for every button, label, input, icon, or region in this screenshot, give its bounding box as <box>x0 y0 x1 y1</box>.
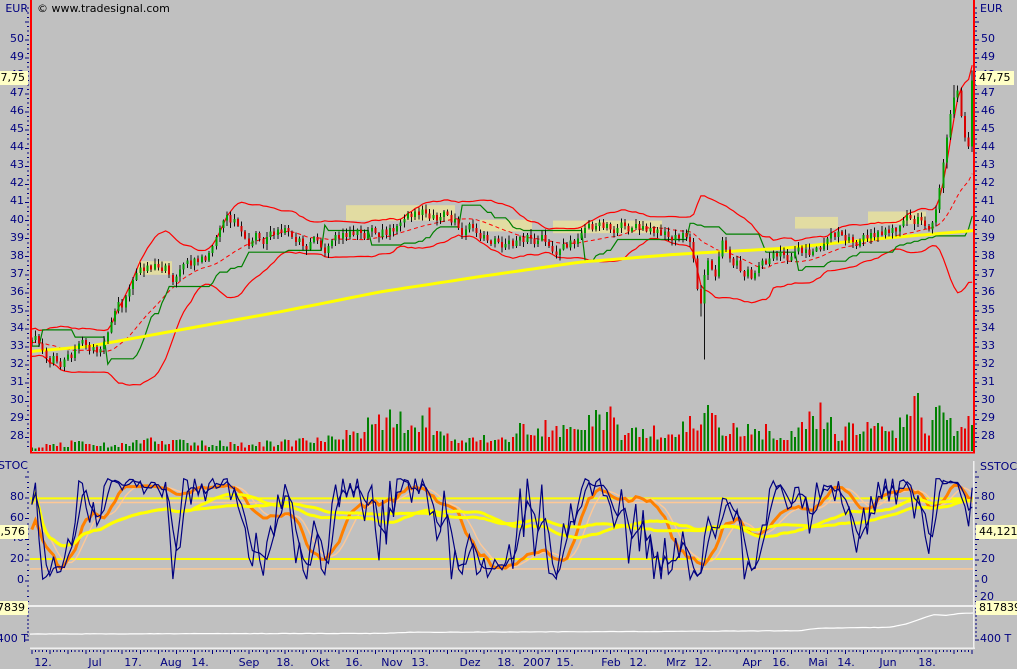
x-axis-label: Dez <box>459 656 480 669</box>
x-axis-label: 16. <box>772 656 790 669</box>
price-tick-label-left: 28 <box>10 430 24 442</box>
x-axis-label: Sep <box>239 656 260 669</box>
x-axis-label: Nov <box>381 656 402 669</box>
x-axis-label: 12. <box>694 656 712 669</box>
price-tick-label-left: 37 <box>10 268 24 280</box>
price-tick-label-left: 46 <box>10 105 24 117</box>
price-tick-label-right: 29 <box>981 412 995 424</box>
price-tick-label-right: 33 <box>981 340 995 352</box>
price-tick-label-left: 33 <box>10 340 24 352</box>
stoch-tick-label-right: 0 <box>981 574 988 586</box>
price-tick-label-right: 28 <box>981 430 995 442</box>
price-tick-label-left: 47 <box>10 87 24 99</box>
price-tick-label-left: 43 <box>10 159 24 171</box>
stoch-tick-label-right: 20 <box>981 553 995 565</box>
tradesignal-chart-window: EUR © www.tradesignal.com EUR SSTOC SSTO… <box>0 0 1017 669</box>
stoch-tick-label-right: 60 <box>981 512 995 524</box>
price-tick-label-left: 38 <box>10 250 24 262</box>
price-tick-label-right: 38 <box>981 250 995 262</box>
oi-value-marker-right: 817839 <box>976 601 1017 615</box>
price-tick-label-right: 39 <box>981 232 995 244</box>
stoch-tick-label-right: 80 <box>981 491 995 503</box>
x-axis-label: Jul <box>88 656 101 669</box>
x-axis-label: Aug <box>160 656 181 669</box>
last-price-marker-left: 47,75 <box>0 71 28 85</box>
x-axis-label: Mai <box>808 656 827 669</box>
price-tick-label-left: 32 <box>10 358 24 370</box>
price-tick-label-right: 30 <box>981 394 995 406</box>
x-axis-label: Apr <box>742 656 761 669</box>
price-tick-label-right: 46 <box>981 105 995 117</box>
stoch-value-marker-right: 44,121 <box>976 525 1017 539</box>
stoch-tick-label-left: 20 <box>10 553 24 565</box>
volume-bars <box>31 393 973 451</box>
price-tick-label-left: 31 <box>10 376 24 388</box>
oi-value-marker-left: 817839 <box>0 601 28 615</box>
price-tick-label-right: 45 <box>981 123 995 135</box>
price-tick-label-right: 49 <box>981 51 995 63</box>
price-tick-label-right: 34 <box>981 322 995 334</box>
x-axis-label: 16. <box>345 656 363 669</box>
x-axis-label: 17. <box>124 656 142 669</box>
price-tick-label-left: 29 <box>10 412 24 424</box>
price-tick-label-left: 35 <box>10 304 24 316</box>
x-axis-label: 13. <box>411 656 429 669</box>
price-tick-label-left: 44 <box>10 141 24 153</box>
price-tick-label-left: 41 <box>10 195 24 207</box>
x-axis-label: 14. <box>191 656 209 669</box>
price-tick-label-right: 44 <box>981 141 995 153</box>
price-tick-label-left: 36 <box>10 286 24 298</box>
x-axis-label: 2007 <box>523 656 551 669</box>
x-axis-label: 18. <box>276 656 294 669</box>
x-axis-label: Okt <box>310 656 329 669</box>
x-axis-label: Feb <box>601 656 620 669</box>
chart-canvas[interactable] <box>0 0 1017 669</box>
x-axis-label: 12. <box>629 656 647 669</box>
x-axis-label: Jun <box>879 656 896 669</box>
price-tick-label-right: 35 <box>981 304 995 316</box>
currency-label-left: EUR <box>5 3 28 15</box>
price-tick-label-right: 50 <box>981 33 995 45</box>
stochastic-lines <box>30 479 974 580</box>
price-tick-label-left: 49 <box>10 51 24 63</box>
price-tick-label-left: 45 <box>10 123 24 135</box>
x-axis-label: 12. <box>34 656 52 669</box>
stoch-tick-label-left: 0 <box>17 574 24 586</box>
price-tick-label-left: 50 <box>10 33 24 45</box>
last-price-marker-right: 47,75 <box>976 71 1014 85</box>
price-tick-label-right: 43 <box>981 159 995 171</box>
price-tick-label-left: 39 <box>10 232 24 244</box>
x-axis-label: 15. <box>556 656 574 669</box>
x-axis-label: 18. <box>497 656 515 669</box>
oi-scale-label-right: 400 T <box>980 633 1011 645</box>
stoch-value-marker-left: 49,576 <box>0 525 28 539</box>
x-axis-label: Mrz <box>666 656 686 669</box>
currency-label-right: EUR <box>980 3 1003 15</box>
price-tick-label-right: 37 <box>981 268 995 280</box>
cumulative-volume-line <box>30 613 974 634</box>
price-tick-label-left: 30 <box>10 394 24 406</box>
price-tick-label-left: 34 <box>10 322 24 334</box>
price-tick-label-right: 40 <box>981 214 995 226</box>
price-tick-label-right: 47 <box>981 87 995 99</box>
price-tick-label-left: 40 <box>10 214 24 226</box>
price-tick-label-right: 41 <box>981 195 995 207</box>
watermark: © www.tradesignal.com <box>37 3 170 15</box>
stoch-tick-label-left: 60 <box>10 512 24 524</box>
price-tick-label-left: 42 <box>10 177 24 189</box>
stoch-panel-label-right: SSTOC <box>980 461 1017 473</box>
price-tick-label-right: 42 <box>981 177 995 189</box>
oi-scale-label-left: 400 T <box>0 633 28 645</box>
stoch-tick-label-left: 80 <box>10 491 24 503</box>
x-axis-label: 14. <box>837 656 855 669</box>
x-axis-label: 18. <box>918 656 936 669</box>
price-tick-label-right: 31 <box>981 376 995 388</box>
stoch-panel-label-left: SSTOC <box>0 460 28 472</box>
price-tick-label-right: 32 <box>981 358 995 370</box>
price-tick-label-right: 36 <box>981 286 995 298</box>
